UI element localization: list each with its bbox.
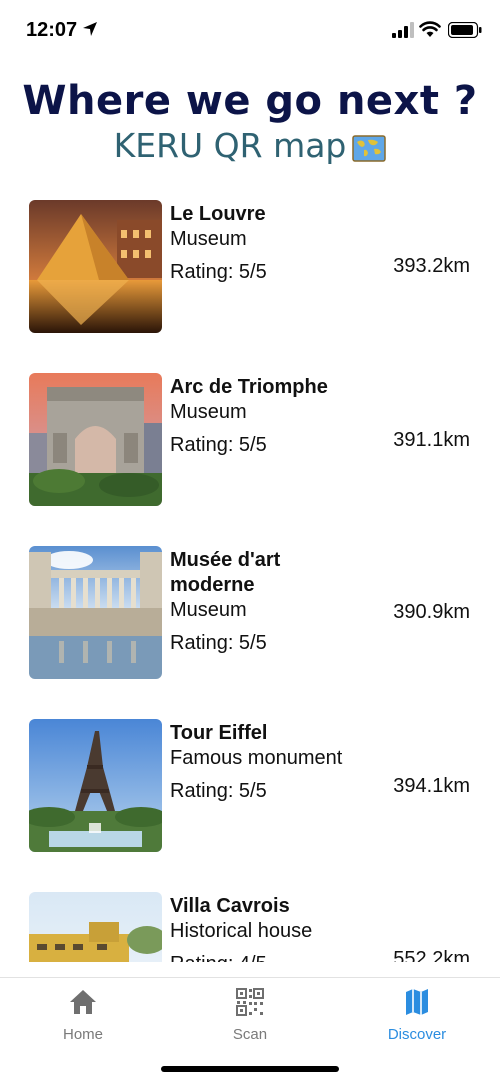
place-distance: 390.9km (393, 601, 470, 623)
page-title: Where we go next ? (22, 78, 478, 124)
world-map-icon (352, 134, 387, 162)
place-name: Le Louvre (170, 203, 266, 225)
place-name: Arc de Triomphe (170, 376, 328, 398)
qr-code-icon (236, 988, 264, 1016)
place-type: Famous monument (170, 747, 343, 769)
list-item[interactable]: Le Louvre Museum Rating: 5/5 393.2km (0, 186, 500, 333)
places-list[interactable]: Le Louvre Museum Rating: 5/5 393.2km Arc… (0, 186, 500, 962)
list-item[interactable]: Arc de Triomphe Museum Rating: 5/5 391.1… (0, 359, 500, 506)
wifi-icon (419, 21, 441, 37)
musee-art-moderne-thumbnail (29, 546, 162, 679)
place-rating: Rating: 5/5 (170, 780, 267, 802)
location-arrow-icon (83, 22, 97, 36)
place-distance: 394.1km (393, 775, 470, 797)
villa-cavrois-thumbnail (29, 892, 162, 962)
tab-label: Home (62, 1026, 103, 1043)
place-name: Villa Cavrois (170, 895, 290, 917)
map-icon (406, 989, 428, 1015)
place-rating: Rating: 5/5 (170, 261, 267, 283)
list-item[interactable]: Musée d'art moderne Museum Rating: 5/5 3… (0, 532, 500, 679)
place-type: Museum (170, 599, 247, 621)
place-distance: 552.2km (393, 948, 470, 962)
place-distance: 393.2km (393, 255, 470, 277)
arc-de-triomphe-thumbnail (29, 373, 162, 506)
place-rating: Rating: 5/5 (170, 632, 267, 654)
tab-label: Discover (387, 1026, 447, 1043)
place-rating: Rating: 4/5 (170, 952, 267, 962)
tab-label: Scan (232, 1026, 268, 1043)
place-type: Historical house (170, 920, 313, 942)
place-type: Museum (170, 228, 247, 250)
status-bar: 12:07 (0, 0, 500, 60)
place-distance: 391.1km (393, 429, 470, 451)
status-time: 12:07 (26, 19, 78, 41)
place-rating: Rating: 5/5 (170, 434, 267, 456)
list-item[interactable]: Villa Cavrois Historical house Rating: 4… (0, 878, 500, 962)
place-name: Tour Eiffel (170, 722, 268, 744)
tab-scan[interactable]: Scan (167, 978, 333, 1048)
louvre-thumbnail (29, 200, 162, 333)
subtitle-text: KERU QR map (113, 126, 347, 165)
battery-icon (448, 22, 482, 38)
tour-eiffel-thumbnail (29, 719, 162, 852)
place-type: Museum (170, 401, 247, 423)
home-indicator[interactable] (161, 1066, 339, 1072)
tab-home[interactable]: Home (0, 978, 166, 1048)
place-name: Musée d'art moderne (170, 549, 281, 596)
home-icon (70, 990, 96, 1014)
list-item[interactable]: Tour Eiffel Famous monument Rating: 5/5 … (0, 705, 500, 852)
tab-discover[interactable]: Discover (334, 978, 500, 1048)
cellular-signal-icon (392, 22, 414, 38)
page-subtitle: KERU QR map (0, 126, 500, 165)
